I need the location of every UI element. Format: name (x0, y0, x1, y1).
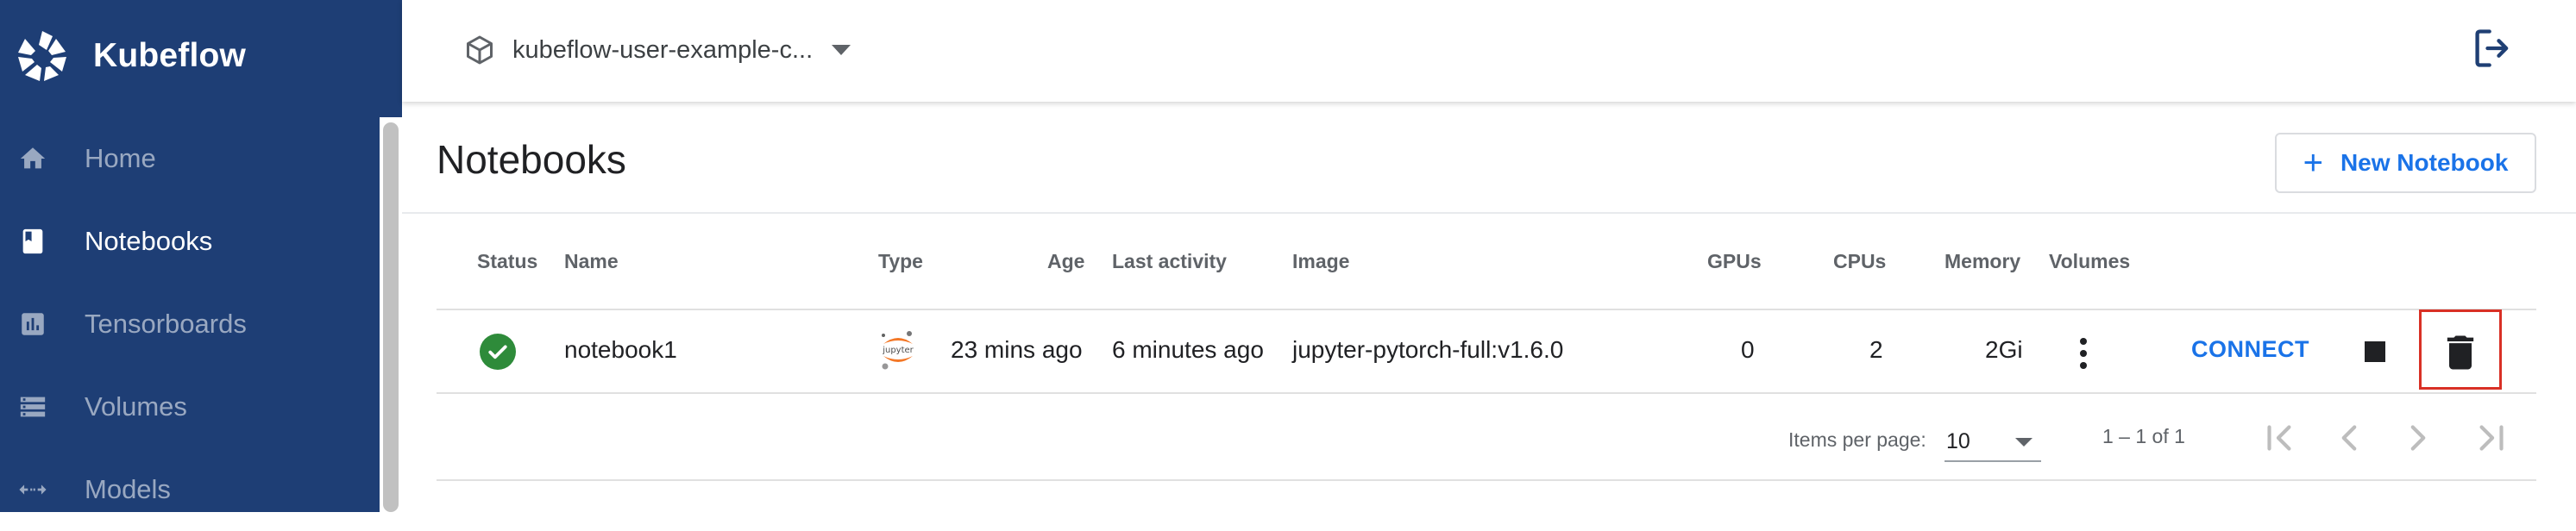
header-divider (402, 212, 2576, 214)
notebook-name: notebook1 (564, 336, 677, 363)
connect-button[interactable]: CONNECT (2191, 336, 2309, 363)
column-header-image[interactable]: Image (1292, 250, 1349, 273)
sidebar-item-label: Home (85, 143, 156, 173)
delete-icon[interactable] (2438, 330, 2483, 375)
sidebar: Kubeflow Home Notebooks Tensorboards Vol… (0, 0, 402, 512)
column-header-last-activity[interactable]: Last activity (1112, 250, 1227, 273)
plus-icon: + (2303, 144, 2323, 182)
last-page-icon[interactable] (2469, 416, 2512, 459)
column-header-cpus[interactable]: CPUs (1833, 250, 1886, 273)
table-header-divider (437, 309, 2536, 310)
items-per-page-label: Items per page: (1788, 428, 1926, 451)
top-bar: kubeflow-user-example-c... (402, 0, 2576, 102)
home-icon (17, 143, 48, 174)
notebook-cpus: 2 (1869, 336, 1883, 363)
notebook-memory: 2Gi (1985, 336, 2023, 363)
storage-icon (17, 391, 48, 422)
column-header-gpus[interactable]: GPUs (1707, 250, 1762, 273)
new-notebook-label: New Notebook (2340, 149, 2509, 176)
stop-icon[interactable] (2365, 341, 2385, 362)
sidebar-item-label: Volumes (85, 391, 187, 422)
column-header-age[interactable]: Age (1047, 250, 1084, 273)
brand-name: Kubeflow (93, 37, 247, 74)
notebook-image: jupyter-pytorch-full:v1.6.0 (1292, 336, 1564, 363)
sidebar-item-label: Models (85, 474, 171, 504)
notebook-last-activity: 6 minutes ago (1112, 336, 1264, 363)
svg-text:jupyter: jupyter (882, 346, 914, 355)
pagination-range: 1 – 1 of 1 (2102, 425, 2185, 447)
column-header-type[interactable]: Type (878, 250, 923, 273)
kubeflow-logo-icon (18, 31, 66, 81)
sidebar-item-notebooks[interactable]: Notebooks (0, 200, 380, 283)
chevron-down-icon (2015, 438, 2033, 447)
column-header-memory[interactable]: Memory (1945, 250, 2020, 273)
more-vert-icon[interactable] (2070, 334, 2096, 372)
next-page-icon[interactable] (2397, 416, 2440, 459)
cube-icon (467, 35, 493, 65)
jupyter-icon: jupyter (882, 331, 914, 370)
code-arrows-icon (17, 474, 48, 505)
table-row-divider (437, 392, 2536, 394)
chart-icon (17, 309, 48, 340)
items-per-page-select[interactable]: 10 (1945, 421, 2041, 462)
sidebar-item-volumes[interactable]: Volumes (0, 365, 380, 448)
brand[interactable]: Kubeflow (14, 26, 246, 86)
logout-icon[interactable] (2471, 26, 2516, 71)
namespace-selector[interactable]: kubeflow-user-example-c... (464, 28, 851, 72)
sidebar-scrollbar-thumb[interactable] (383, 122, 399, 512)
sidebar-item-label: Notebooks (85, 226, 213, 256)
previous-page-icon[interactable] (2328, 416, 2371, 459)
table-footer-divider (437, 479, 2536, 481)
sidebar-item-tensorboards[interactable]: Tensorboards (0, 283, 380, 365)
sidebar-item-label: Tensorboards (85, 309, 247, 339)
column-header-volumes: Volumes (2049, 250, 2131, 272)
first-page-icon[interactable] (2259, 416, 2302, 459)
column-header-status[interactable]: Status (477, 250, 537, 273)
notebook-gpus: 0 (1741, 336, 1755, 363)
notebook-age: 23 mins ago (951, 336, 1083, 363)
status-ready-icon (480, 334, 516, 370)
sidebar-item-models[interactable]: Models (0, 448, 380, 531)
sidebar-item-home[interactable]: Home (0, 117, 380, 200)
column-header-name[interactable]: Name (564, 250, 619, 273)
notebook-icon (17, 226, 48, 257)
new-notebook-button[interactable]: + New Notebook (2275, 133, 2536, 193)
page-title: Notebooks (437, 137, 626, 182)
namespace-label: kubeflow-user-example-c... (512, 35, 814, 64)
items-per-page-value: 10 (1946, 429, 1970, 453)
chevron-down-icon (832, 45, 851, 55)
